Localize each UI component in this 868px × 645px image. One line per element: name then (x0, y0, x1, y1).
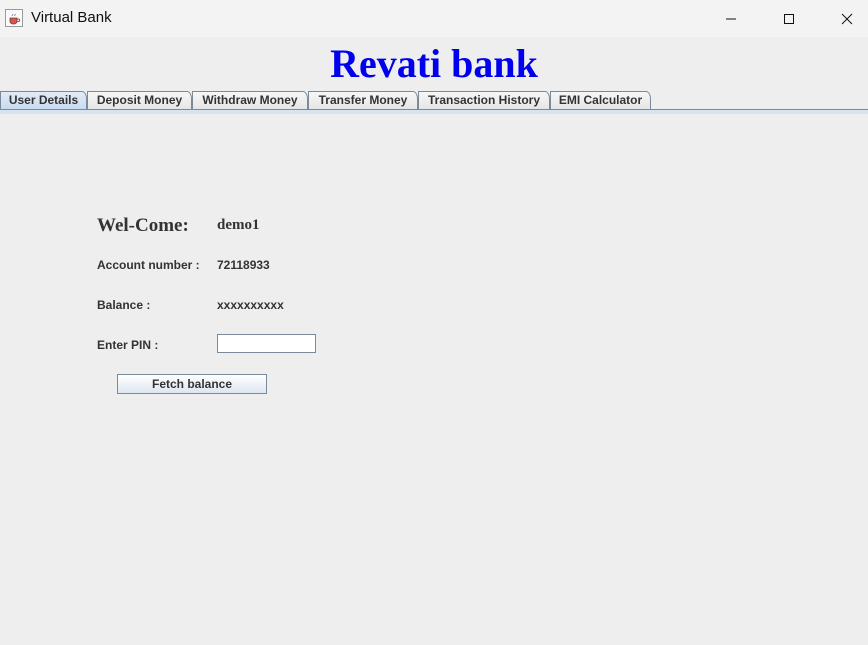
minimize-button[interactable] (702, 0, 760, 37)
tab-user-details[interactable]: User Details (0, 91, 87, 109)
pin-label: Enter PIN : (97, 338, 159, 352)
account-number-value: 72118933 (217, 258, 270, 272)
title-bar: Virtual Bank (0, 0, 868, 37)
tab-deposit-money[interactable]: Deposit Money (87, 91, 192, 109)
close-icon (841, 13, 853, 24)
banner: Revati bank (0, 37, 868, 90)
pin-input[interactable] (217, 334, 316, 353)
tab-transaction-history[interactable]: Transaction History (418, 91, 550, 109)
welcome-label: Wel-Come: (97, 215, 189, 236)
java-cup-icon (5, 9, 23, 27)
maximize-icon (784, 13, 794, 24)
window-title: Virtual Bank (31, 9, 112, 26)
balance-value: xxxxxxxxxx (217, 298, 284, 312)
tab-bar: User Details Deposit Money Withdraw Mone… (0, 91, 868, 110)
bank-title: Revati bank (330, 41, 538, 86)
fetch-balance-button[interactable]: Fetch balance (117, 374, 267, 394)
user-details-panel: Wel-Come: demo1 Account number : 7211893… (0, 114, 868, 645)
close-button[interactable] (818, 0, 868, 37)
account-number-label: Account number : (97, 258, 200, 272)
balance-label: Balance : (97, 298, 151, 312)
tab-emi-calculator[interactable]: EMI Calculator (550, 91, 651, 109)
username-value: demo1 (217, 217, 260, 233)
tab-transfer-money[interactable]: Transfer Money (308, 91, 418, 109)
app-window: Virtual Bank Revati bank User Details De… (0, 0, 868, 645)
tab-withdraw-money[interactable]: Withdraw Money (192, 91, 308, 109)
minimize-icon (726, 18, 736, 19)
maximize-button[interactable] (760, 0, 818, 37)
